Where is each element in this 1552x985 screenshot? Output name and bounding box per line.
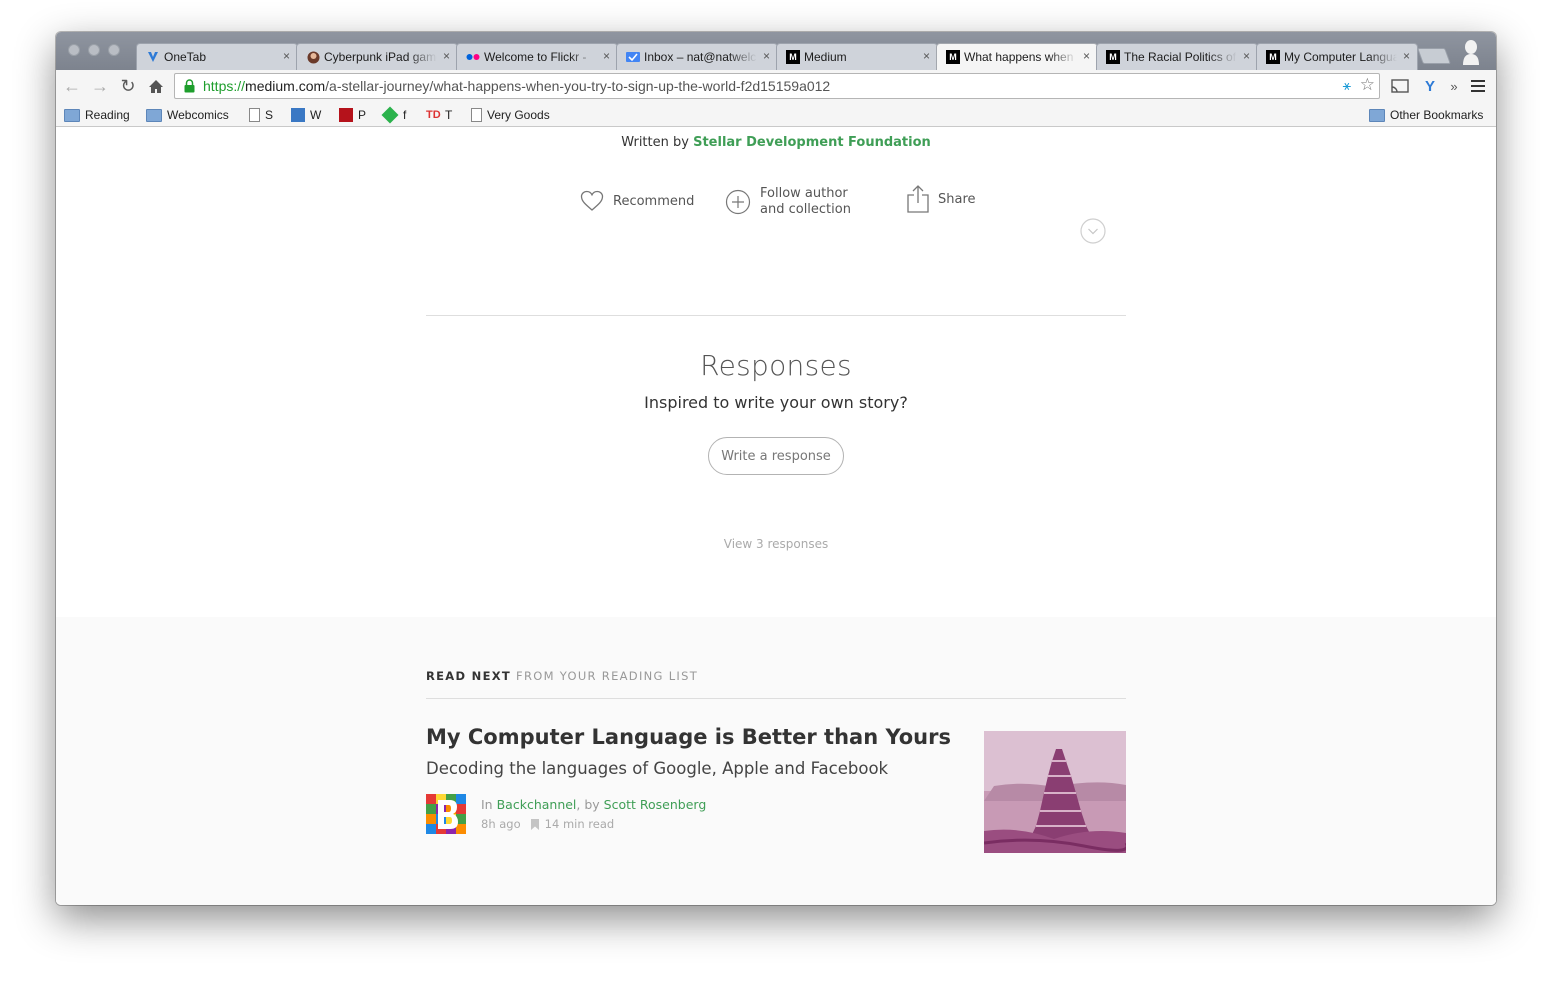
bookmark-w[interactable]: W [291,107,321,123]
folder-icon [64,108,80,122]
more-options-chevron-down-icon[interactable] [1080,218,1106,244]
medium-icon: M [946,50,960,64]
tab-medium[interactable]: M Medium × [776,43,938,70]
read-next-title[interactable]: My Computer Language is Better than Your… [426,725,951,749]
reload-icon[interactable]: ↻ [116,74,140,98]
page-content: Written by Stellar Development Foundatio… [56,127,1496,905]
backchannel-avatar[interactable] [426,794,466,834]
flickr-icon [466,50,480,64]
tab-what-happens[interactable]: M What happens when you try × [936,43,1098,70]
tab-computer-language[interactable]: M My Computer Language × [1256,43,1418,70]
page-icon [249,108,260,122]
medium-icon: M [786,50,800,64]
pinboard-icon [339,108,353,122]
bookmark-s[interactable]: S [249,107,273,123]
tab-cyberpunk[interactable]: Cyberpunk iPad game × [296,43,458,70]
author-link[interactable]: Stellar Development Foundation [693,135,931,150]
view-responses-link[interactable]: View 3 responses [56,537,1496,551]
tab-strip: OneTab × Cyberpunk iPad game × Welcome t… [56,32,1496,70]
bookmark-webcomics[interactable]: Webcomics [146,107,229,123]
close-tab-icon[interactable]: × [443,50,450,62]
tower-of-babel-thumbnail[interactable] [984,731,1126,853]
divider [426,315,1126,316]
medium-icon: M [1266,50,1280,64]
close-tab-icon[interactable]: × [1083,50,1090,62]
tab-racial-politics[interactable]: M The Racial Politics of × [1096,43,1258,70]
plus-circle-icon [725,189,751,215]
profile-icon[interactable] [1461,39,1481,65]
other-bookmarks[interactable]: Other Bookmarks [1369,107,1483,123]
onetab-icon [146,50,160,64]
back-icon[interactable]: ← [60,74,84,98]
address-bar[interactable]: https://medium.com/a-stellar-journey/wha… [174,73,1380,99]
feedly-icon [381,106,399,124]
bookmark-very-goods[interactable]: Very Goods [471,107,550,123]
bookmarks-bar: Reading Webcomics S W P f TD T Very Good [56,102,1496,127]
responses-title: Responses [700,349,852,382]
close-tab-icon[interactable]: × [603,50,610,62]
write-response-button[interactable]: Write a response [708,437,844,475]
tumblr-icon: TD [426,109,441,121]
forward-icon[interactable]: → [88,74,112,98]
w-icon [291,108,305,122]
bookmark-f[interactable]: f [381,106,406,124]
inbox-icon [626,50,640,64]
onetab-extension-icon[interactable]: Y [1420,76,1440,96]
read-next-byline: In Backchannel, by Scott Rosenberg [481,797,707,812]
cast-icon[interactable] [1390,76,1410,96]
lock-icon [184,79,195,93]
folder-icon [1369,108,1385,122]
folder-icon [146,108,162,122]
bookmark-star-icon[interactable]: ☆ [1360,75,1375,95]
bookmark-icon[interactable] [530,818,539,830]
author-link[interactable]: Scott Rosenberg [604,797,707,812]
read-next-subtitle[interactable]: Decoding the languages of Google, Apple … [426,759,888,778]
read-next-header: READ NEXT FROM YOUR READING LIST [426,669,699,683]
close-tab-icon[interactable]: × [1403,50,1410,62]
close-tab-icon[interactable]: × [923,50,930,62]
zoom-window-button[interactable] [108,44,120,56]
toolbar: ← → ↻ https://medium.com/a-stellar-journ… [56,70,1496,102]
read-next-section: READ NEXT FROM YOUR READING LIST My Comp… [56,617,1496,905]
close-tab-icon[interactable]: × [763,50,770,62]
read-next-meta: 8h ago 14 min read [481,817,615,831]
tab-flickr[interactable]: Welcome to Flickr - × [456,43,618,70]
minimize-window-button[interactable] [88,44,100,56]
page-icon [471,108,482,122]
extension-network-icon[interactable]: ⚹ [1343,77,1351,94]
tab-inbox[interactable]: Inbox – nat@natwelch × [616,43,778,70]
menu-icon[interactable] [1468,76,1488,96]
divider [426,698,1126,699]
share-button[interactable]: Share [907,185,976,213]
new-tab-button[interactable] [1417,48,1451,64]
more-extensions-icon[interactable]: » [1444,76,1464,96]
home-icon[interactable] [144,74,168,98]
bookmark-reading[interactable]: Reading [64,107,130,123]
close-window-button[interactable] [68,44,80,56]
close-tab-icon[interactable]: × [283,50,290,62]
follow-button[interactable]: Follow author and collection [725,186,851,218]
share-icon [907,185,929,213]
written-by-line: Written by Stellar Development Foundatio… [621,135,931,150]
bookmark-p[interactable]: P [339,107,366,123]
medium-icon: M [1106,50,1120,64]
close-tab-icon[interactable]: × [1243,50,1250,62]
heart-icon [580,190,604,212]
responses-prompt: Inspired to write your own story? [644,393,908,412]
collection-link[interactable]: Backchannel [497,797,577,812]
recommend-button[interactable]: Recommend [580,190,694,212]
browser-window: OneTab × Cyberpunk iPad game × Welcome t… [56,32,1496,905]
avatar-icon [306,50,320,64]
tab-onetab[interactable]: OneTab × [136,43,298,70]
bookmark-t[interactable]: TD T [426,107,452,123]
